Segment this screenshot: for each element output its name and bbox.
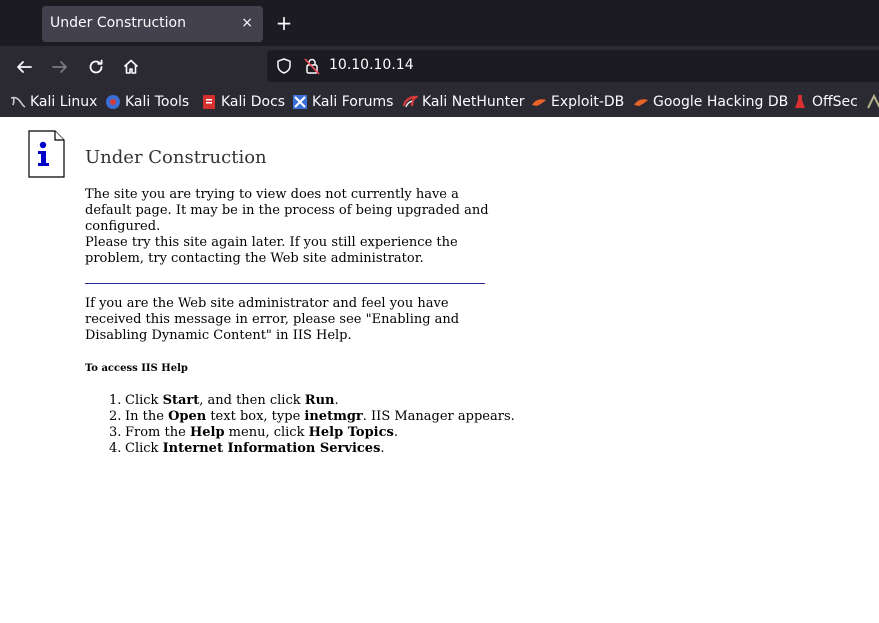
new-tab-button[interactable]: + xyxy=(273,12,295,34)
step-text: text box, type xyxy=(206,409,305,424)
list-item: 4. Click Internet Information Services. xyxy=(85,441,505,457)
bookmark-kali-nethunter[interactable]: Kali NetHunter xyxy=(402,93,524,111)
bookmark-label: OffSec xyxy=(812,94,858,110)
bookmark-label: Kali Linux xyxy=(30,94,98,110)
kali-docs-icon xyxy=(203,95,215,109)
bookmark-label: Google Hacking DB xyxy=(653,94,789,110)
step-text: , and then click xyxy=(199,393,305,408)
bookmark-google-hacking-db[interactable]: Google Hacking DB xyxy=(633,93,788,111)
paragraph-try-again: Please try this site again later. If you… xyxy=(85,235,458,266)
nethunter-icon xyxy=(402,95,418,108)
step-text: . xyxy=(393,425,398,440)
step-text: . xyxy=(334,393,339,408)
step-number: 4. xyxy=(109,441,122,456)
paragraph-no-default-page: The site you are trying to view does not… xyxy=(85,187,489,234)
insecure-lock-icon[interactable] xyxy=(303,57,321,75)
home-button[interactable] xyxy=(118,54,144,80)
forward-arrow-icon xyxy=(52,61,67,73)
step-number: 2. xyxy=(109,409,122,424)
kali-dragon-icon xyxy=(10,96,26,108)
shield-icon[interactable] xyxy=(275,57,293,75)
step-number: 1. xyxy=(109,393,122,408)
list-item: 2. In the Open text box, type inetmgr. II… xyxy=(85,409,515,425)
step-bold: Internet Information Services xyxy=(162,441,381,456)
step-text: menu, click xyxy=(224,425,309,440)
help-heading: To access IIS Help xyxy=(85,363,188,374)
forward-button[interactable] xyxy=(47,54,73,80)
step-bold: Run xyxy=(304,393,335,408)
back-button[interactable] xyxy=(11,54,37,80)
tab-under-construction[interactable]: Under Construction × xyxy=(42,6,263,42)
back-arrow-icon xyxy=(17,61,32,73)
step-text: . xyxy=(380,441,385,456)
page-title: Under Construction xyxy=(85,147,267,168)
browser-chrome: Under Construction × + 10.10.10.14 Kali … xyxy=(0,0,879,117)
bookmark-overflow-icon xyxy=(867,94,879,109)
bookmark-label: Kali Forums xyxy=(312,94,394,110)
step-text: From the xyxy=(125,425,190,440)
info-icon xyxy=(28,130,65,178)
step-bold: inetmgr xyxy=(304,409,363,424)
bookmark-exploit-db[interactable]: Exploit-DB xyxy=(531,93,624,111)
exploit-db-icon xyxy=(532,99,546,106)
list-item: 3. From the Help menu, click Help Topics. xyxy=(85,425,505,441)
bookmark-label: Kali Tools xyxy=(125,94,190,110)
bookmark-overflow[interactable] xyxy=(866,93,879,111)
offsec-icon xyxy=(795,95,805,108)
step-text: Click xyxy=(125,441,163,456)
step-text: In the xyxy=(125,409,169,424)
step-bold: Help Topics xyxy=(308,425,394,440)
step-bold: Help xyxy=(189,425,225,440)
bookmark-label: Kali NetHunter xyxy=(422,94,525,110)
step-bold: Open xyxy=(168,409,207,424)
reload-button[interactable] xyxy=(83,54,109,80)
step-bold: Start xyxy=(162,393,200,408)
tab-bar: Under Construction × + xyxy=(0,0,879,46)
url-text[interactable]: 10.10.10.14 xyxy=(329,57,414,73)
ghdb-icon xyxy=(634,99,648,106)
bookmark-kali-linux[interactable]: Kali Linux xyxy=(10,93,97,111)
bookmark-offsec[interactable]: OffSec xyxy=(792,93,858,111)
kali-forums-icon xyxy=(293,95,307,109)
step-number: 3. xyxy=(109,425,122,440)
list-item: 1. Click Start, and then click Run. xyxy=(85,393,505,409)
reload-icon xyxy=(89,59,103,74)
bookmark-kali-tools[interactable]: Kali Tools xyxy=(105,93,189,111)
home-icon xyxy=(123,59,139,74)
bookmarks-toolbar: Kali Linux Kali Tools Kali Docs Kali For… xyxy=(0,87,879,117)
bookmark-label: Exploit-DB xyxy=(551,94,625,110)
paragraph-admin-note: If you are the Web site administrator an… xyxy=(85,296,460,343)
close-icon[interactable]: × xyxy=(241,15,253,31)
url-bar[interactable]: 10.10.10.14 xyxy=(267,50,879,82)
bookmark-label: Kali Docs xyxy=(221,94,286,110)
bookmark-kali-docs[interactable]: Kali Docs xyxy=(201,93,285,111)
divider xyxy=(85,283,485,284)
bookmark-kali-forums[interactable]: Kali Forums xyxy=(292,93,393,111)
page-content: Under Construction The site you are tryi… xyxy=(0,117,879,623)
step-text: . IIS Manager appears. xyxy=(362,409,515,424)
help-steps-list: 1. Click Start, and then click Run. 2. In … xyxy=(85,393,515,457)
kali-tools-icon xyxy=(106,95,120,109)
step-text: Click xyxy=(125,393,163,408)
tab-title: Under Construction xyxy=(50,15,186,31)
